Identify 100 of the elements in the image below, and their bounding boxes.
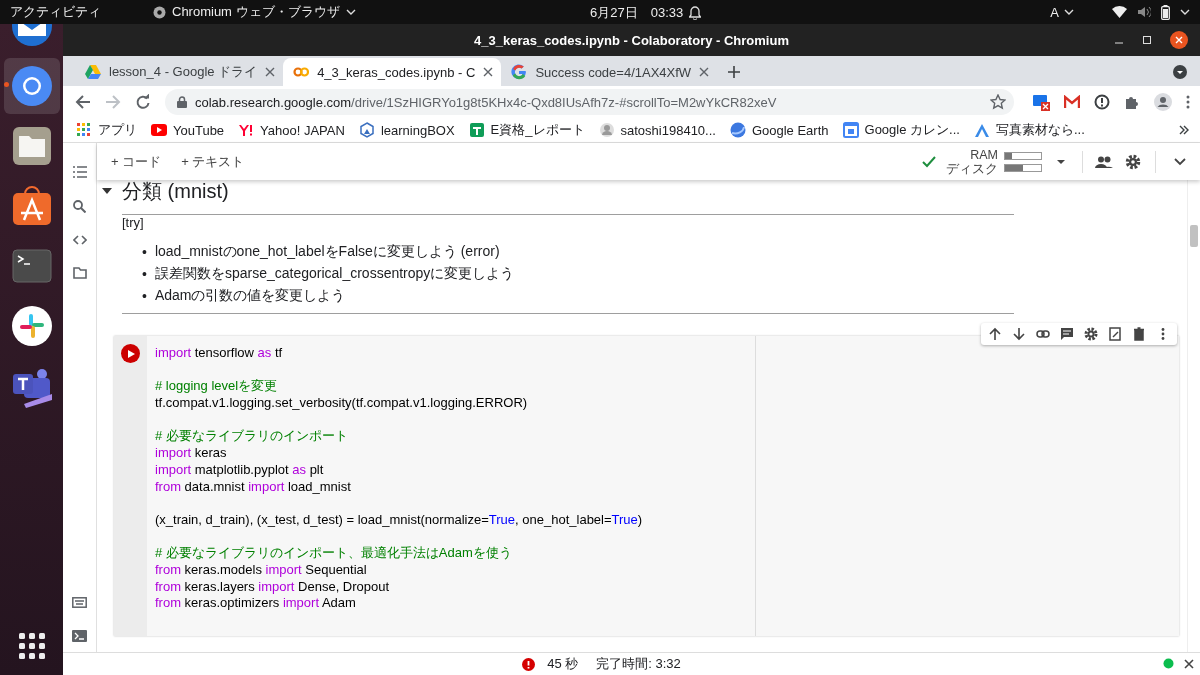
bell-icon	[689, 6, 702, 20]
hexagon-icon	[358, 122, 375, 138]
arrow-down-icon[interactable]	[1012, 327, 1026, 341]
browser-tab[interactable]: 4_3_keras_codes.ipynb - C	[283, 58, 502, 86]
run-button[interactable]	[121, 344, 140, 363]
battery-icon	[1161, 4, 1170, 20]
star-icon[interactable]	[990, 94, 1006, 110]
clock[interactable]: 6月27日 03:33	[590, 4, 684, 22]
caret-icon[interactable]	[1056, 158, 1066, 165]
caret-icon	[1180, 7, 1190, 17]
code-line: import tensorflow as tf	[155, 345, 284, 362]
settings-icon[interactable]	[1125, 153, 1141, 170]
code-comment: # logging levelを変更	[155, 378, 279, 396]
bookmark[interactable]: アプリ	[76, 121, 137, 139]
disk-label: ディスク	[946, 161, 998, 176]
triangle-icon	[85, 64, 101, 80]
activities-button[interactable]: アクティビティ	[10, 3, 101, 21]
section-heading: 分類 (mnist)	[122, 180, 229, 204]
maximize-icon[interactable]	[1142, 35, 1152, 45]
bullet-marker: •	[142, 244, 147, 260]
close-icon[interactable]	[1184, 658, 1194, 669]
close-icon[interactable]	[483, 67, 494, 77]
grid-icon	[76, 122, 92, 138]
code-line: import matplotlib.pyplot as plt	[155, 461, 325, 479]
code-comment: # 必要なライブラリのインポート	[155, 428, 349, 446]
trash-icon[interactable]	[1132, 327, 1146, 341]
code-icon[interactable]	[72, 235, 87, 245]
disc-icon	[153, 5, 166, 19]
bookmark[interactable]: E資格_レポート	[468, 121, 585, 139]
volume-icon	[1137, 6, 1151, 18]
elapsed-time: 45 秒	[547, 655, 579, 673]
disk-meter	[1004, 163, 1042, 172]
bullet-marker: •	[142, 266, 147, 282]
input-method[interactable]: A	[1050, 4, 1059, 20]
comment-icon[interactable]	[1060, 327, 1074, 341]
code-cell[interactable]	[114, 336, 1179, 636]
bullet-item: 誤差関数をsparse_categorical_crossentropyに変更しよう	[154, 265, 515, 283]
caret-icon	[345, 7, 356, 17]
collapse-caret-icon[interactable]	[102, 186, 112, 196]
settings-icon[interactable]	[1084, 327, 1098, 341]
bookmark[interactable]: Google カレン...	[842, 121, 960, 139]
app-menu[interactable]: Chromium ウェブ・ブラウザ	[172, 3, 340, 21]
chevron-down-icon[interactable]	[1174, 157, 1186, 166]
extension-icon[interactable]	[1032, 93, 1050, 111]
profile-icon[interactable]	[1154, 93, 1172, 111]
add-code-button[interactable]: + コード	[111, 152, 162, 171]
code-line: from data.mnist import load_mnist	[155, 478, 352, 496]
bookmark[interactable]: 写真素材なら...	[973, 121, 1085, 139]
ram-meter	[1004, 151, 1042, 160]
more-icon[interactable]	[1186, 95, 1190, 109]
bookmark[interactable]: YouTube	[151, 122, 225, 138]
link-icon[interactable]	[1036, 327, 1050, 341]
completion-time: 完了時間: 3:32	[596, 655, 681, 673]
g-logo-icon	[511, 64, 528, 80]
status-dot-icon	[1163, 658, 1174, 669]
sheet-icon	[468, 122, 485, 138]
dropdown-icon[interactable]	[1173, 65, 1187, 79]
close-icon[interactable]	[1170, 31, 1188, 49]
scrollbar-thumb[interactable]	[1190, 225, 1198, 247]
code-line: (x_train, d_train), (x_test, d_test) = load_mnist(normalize=True, one_hot_label=True)	[155, 511, 644, 529]
wifi-icon	[1112, 6, 1127, 18]
bookmark[interactable]: Google Earth	[729, 122, 829, 138]
puzzle-icon[interactable]	[1124, 94, 1140, 110]
play-icon	[128, 349, 135, 358]
avatar-icon	[598, 122, 615, 138]
subheading: [try]	[122, 215, 145, 230]
code-line: from keras.layers import Dense, Dropout	[155, 578, 391, 596]
lock-icon	[177, 96, 187, 108]
browser-tab[interactable]: lesson_4 - Google ドライ	[75, 58, 284, 86]
error-icon[interactable]	[522, 657, 536, 671]
browser-tab[interactable]: Success code=4/1AX4XfW	[501, 58, 718, 86]
add-text-button[interactable]: + テキスト	[181, 152, 245, 171]
caret-icon	[1064, 7, 1074, 17]
mail-icon[interactable]	[1064, 95, 1080, 109]
list-icon[interactable]	[72, 166, 87, 178]
reload-icon[interactable]	[135, 94, 151, 110]
bookmark[interactable]: satoshi198410...	[598, 122, 716, 138]
keyboard-icon[interactable]	[72, 597, 87, 608]
folder-icon[interactable]	[72, 267, 87, 279]
arrow-up-icon[interactable]	[988, 327, 1002, 341]
people-icon[interactable]	[1095, 155, 1113, 168]
bookmark[interactable]: learningBOX	[358, 122, 455, 138]
browser-app-icon[interactable]	[9, 64, 54, 108]
code-line: from keras.models import Sequential	[155, 561, 368, 579]
bookmark[interactable]: Yahoo! JAPAN	[238, 122, 345, 138]
code-line: tf.compat.v1.logging.set_verbosity(tf.compat.v1.logging.ERROR)	[155, 395, 529, 412]
new-tab-icon[interactable]	[727, 65, 742, 79]
chevron-icon[interactable]	[1178, 124, 1190, 136]
address-bar[interactable]: colab.research.google.com/drive/1SzHIGRYo1g8t5KHx4c-Qxd8IUsAfh7z-#scrollTo=M2wYkCR82xeV	[165, 89, 1014, 115]
bullet-item: Adamの引数の値を変更しよう	[154, 287, 346, 305]
ram-label: RAM	[970, 147, 998, 162]
play-icon	[151, 122, 167, 138]
back-icon[interactable]	[75, 94, 91, 110]
search-icon[interactable]	[73, 200, 86, 213]
info-icon[interactable]	[1094, 94, 1110, 110]
logo-icon	[238, 122, 255, 138]
apps-grid-icon[interactable]	[18, 633, 45, 659]
triangle-icon	[973, 122, 990, 138]
terminal-icon[interactable]	[72, 630, 87, 642]
chat-app-icon[interactable]	[9, 304, 54, 348]
